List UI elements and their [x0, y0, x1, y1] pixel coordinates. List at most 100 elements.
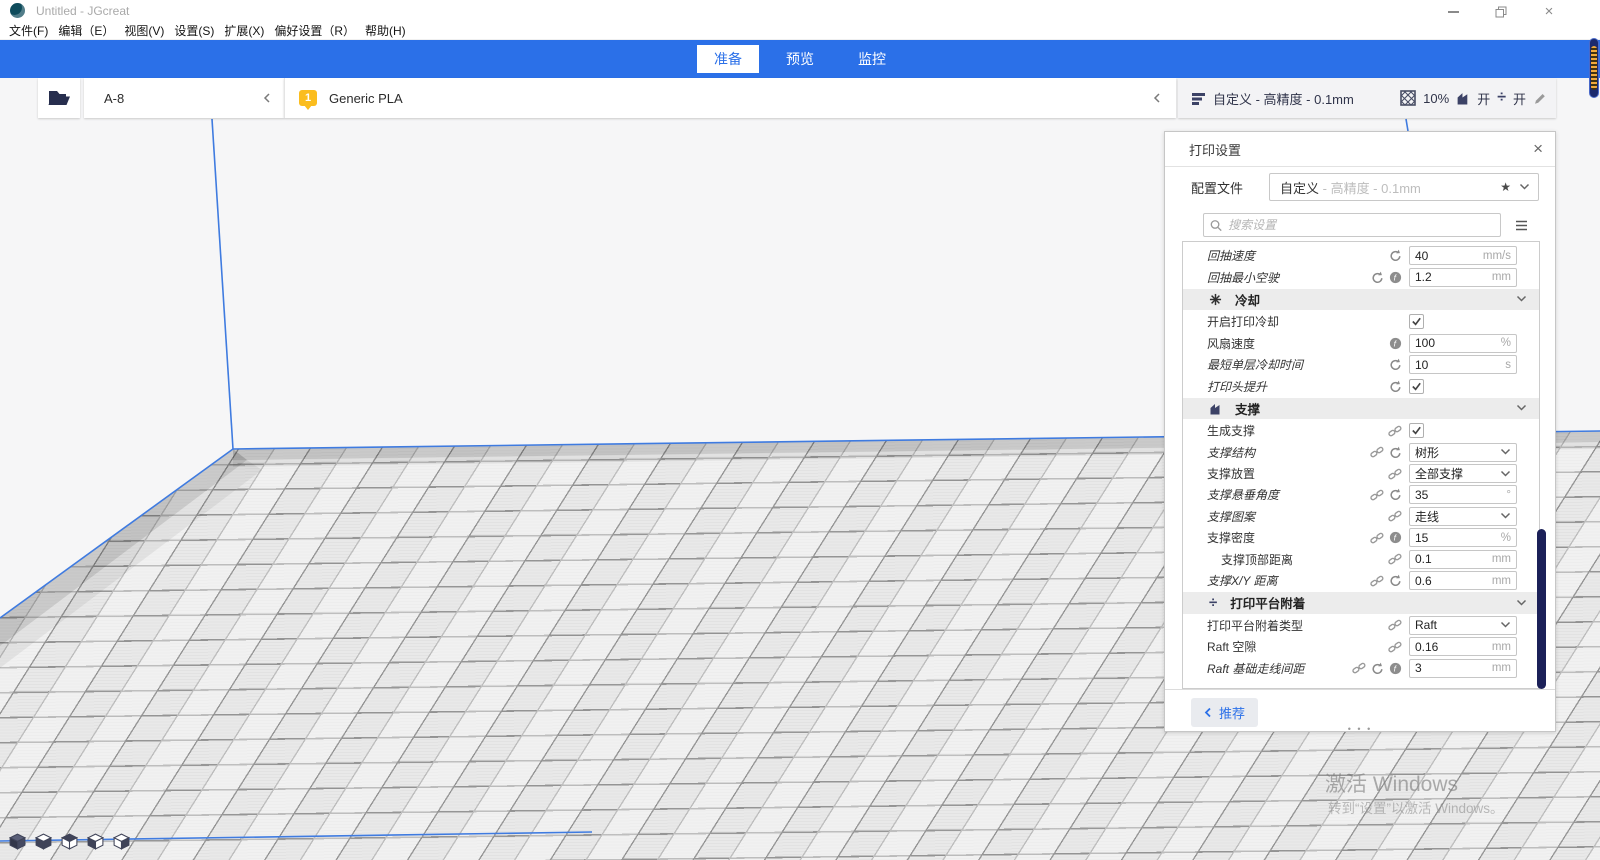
recommended-mode-button[interactable]: 推荐	[1191, 698, 1258, 727]
panel-resize-handle[interactable]: • • •	[1165, 726, 1555, 732]
panel-header: 打印设置 ×	[1165, 132, 1555, 167]
setting-input[interactable]: 40mm/s	[1409, 246, 1517, 265]
undo-icon[interactable]	[1389, 249, 1402, 262]
setting-checkbox[interactable]	[1409, 379, 1424, 394]
menu-item[interactable]: 偏好设置（R）	[269, 22, 360, 39]
setting-input[interactable]: 1.2mm	[1409, 268, 1517, 287]
view-3d-icon[interactable]	[8, 832, 27, 851]
menu-item[interactable]: 视图(V)	[119, 22, 169, 39]
search-box[interactable]	[1203, 213, 1501, 237]
undo-icon[interactable]	[1389, 380, 1402, 393]
setting-row: 支撑图案 走线	[1183, 506, 1539, 527]
view-left-icon[interactable]	[86, 832, 105, 851]
open-file-button[interactable]	[38, 78, 80, 118]
link-icon[interactable]	[1388, 425, 1402, 437]
link-icon[interactable]	[1352, 662, 1366, 674]
close-window-button[interactable]: ×	[1534, 4, 1564, 20]
setting-input[interactable]: 0.6mm	[1409, 571, 1517, 590]
setting-label: 回抽最小空驶	[1207, 269, 1279, 286]
layers-icon	[1191, 92, 1206, 105]
windows-activation-watermark-sub: 转到“设置”以激活 Windows。	[1328, 797, 1504, 817]
link-icon[interactable]	[1388, 619, 1402, 631]
link-icon[interactable]	[1370, 532, 1384, 544]
link-icon[interactable]	[1388, 510, 1402, 522]
setting-label: 支撑X/Y 距离	[1207, 572, 1277, 589]
chevron-left-icon	[1152, 92, 1162, 104]
panel-title: 打印设置	[1189, 140, 1241, 159]
profile-dropdown[interactable]: 自定义 - 高精度 - 0.1mm ★	[1269, 173, 1539, 201]
menu-item[interactable]: 扩展(X)	[219, 22, 269, 39]
function-icon[interactable]: f	[1389, 531, 1402, 544]
setting-input[interactable]: 3mm	[1409, 659, 1517, 678]
link-icon[interactable]	[1370, 446, 1384, 458]
chevron-down-icon	[1516, 404, 1527, 412]
section-header-row[interactable]: 冷却	[1183, 289, 1539, 310]
stage-tab-monitor[interactable]: 监控	[841, 45, 903, 73]
setting-label: Raft 空隙	[1207, 638, 1256, 655]
stage-tab-prepare[interactable]: 准备	[697, 45, 759, 73]
restore-button[interactable]	[1486, 4, 1516, 20]
printer-selector[interactable]: A-8	[84, 78, 284, 118]
setting-value: 35	[1415, 488, 1428, 502]
setting-label: 支撑悬垂角度	[1207, 486, 1279, 503]
edit-pencil-icon[interactable]	[1533, 92, 1546, 105]
undo-icon[interactable]	[1389, 574, 1402, 587]
scrollbar-thumb[interactable]	[1537, 529, 1546, 689]
view-front-icon[interactable]	[34, 832, 53, 851]
setting-input[interactable]: 0.16mm	[1409, 637, 1517, 656]
stage-tab-preview[interactable]: 预览	[769, 45, 831, 73]
undo-icon[interactable]	[1389, 358, 1402, 371]
chevron-down-icon	[1519, 183, 1530, 191]
setting-input[interactable]: 0.1mm	[1409, 550, 1517, 569]
function-icon[interactable]: f	[1389, 337, 1402, 350]
open-folder-icon	[46, 87, 72, 109]
setting-value: 3	[1415, 661, 1422, 675]
print-settings-summary[interactable]: 自定义 - 高精度 - 0.1mm 10% 开 ÷ 开	[1178, 78, 1556, 118]
menu-item[interactable]: 编辑（E）	[53, 22, 119, 39]
section-header-row[interactable]: 支撑	[1183, 398, 1539, 419]
setting-input[interactable]: 15%	[1409, 528, 1517, 547]
link-icon[interactable]	[1388, 468, 1402, 480]
undo-icon[interactable]	[1371, 662, 1384, 675]
section-header-row[interactable]: ÷打印平台附着	[1183, 592, 1539, 613]
profile-row: 配置文件 自定义 - 高精度 - 0.1mm ★	[1165, 173, 1555, 201]
search-input[interactable]	[1228, 218, 1494, 232]
view-right-icon[interactable]	[112, 832, 131, 851]
panel-footer: 推荐	[1165, 689, 1555, 727]
link-icon[interactable]	[1388, 553, 1402, 565]
function-icon[interactable]: f	[1389, 271, 1402, 284]
search-row	[1203, 213, 1543, 237]
menu-item[interactable]: 文件(F)	[4, 22, 53, 39]
setting-checkbox[interactable]	[1409, 423, 1424, 438]
cooling-icon	[1209, 293, 1222, 306]
setting-input[interactable]: 10s	[1409, 355, 1517, 374]
link-icon[interactable]	[1370, 489, 1384, 501]
infill-icon	[1400, 90, 1416, 106]
function-icon[interactable]: f	[1389, 662, 1402, 675]
setting-unit: %	[1501, 337, 1511, 349]
undo-icon[interactable]	[1389, 488, 1402, 501]
setting-select[interactable]: Raft	[1409, 616, 1517, 635]
undo-icon[interactable]	[1389, 446, 1402, 459]
undo-icon[interactable]	[1371, 271, 1384, 284]
window-title: Untitled - JGcreat	[36, 4, 129, 18]
setting-input[interactable]: 35°	[1409, 485, 1517, 504]
menu-item[interactable]: 设置(S)	[169, 22, 219, 39]
close-panel-icon[interactable]: ×	[1533, 142, 1543, 156]
material-name: Generic PLA	[329, 91, 403, 106]
menu-item[interactable]: 帮助(H)	[360, 22, 411, 39]
material-selector[interactable]: 1 Generic PLA	[284, 78, 1176, 118]
setting-value: 15	[1415, 531, 1428, 545]
setting-label: 支撑图案	[1207, 508, 1255, 525]
setting-checkbox[interactable]	[1409, 314, 1424, 329]
view-top-icon[interactable]	[60, 832, 79, 851]
star-icon[interactable]: ★	[1500, 180, 1511, 194]
link-icon[interactable]	[1388, 641, 1402, 653]
setting-input[interactable]: 100%	[1409, 334, 1517, 353]
setting-select[interactable]: 树形	[1409, 443, 1517, 462]
setting-select[interactable]: 走线	[1409, 507, 1517, 526]
setting-select[interactable]: 全部支撑	[1409, 464, 1517, 483]
minimize-button[interactable]	[1438, 4, 1468, 20]
settings-visibility-menu-icon[interactable]	[1515, 220, 1528, 231]
link-icon[interactable]	[1370, 575, 1384, 587]
